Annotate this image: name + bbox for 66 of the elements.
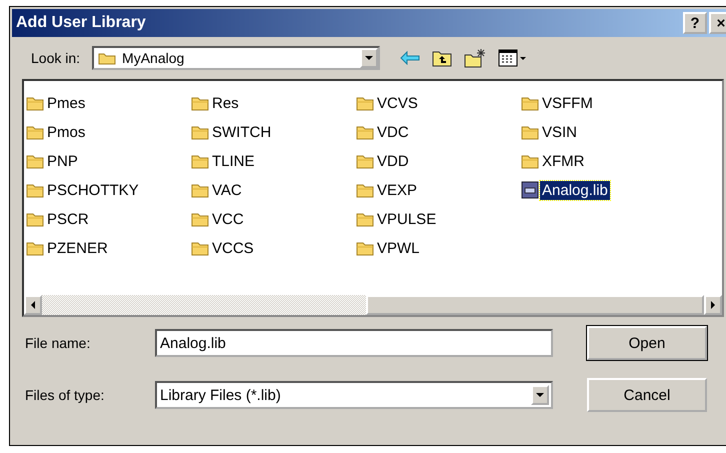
- file-item[interactable]: VPULSE: [375, 210, 438, 228]
- folder-icon: [191, 96, 209, 110]
- help-button[interactable]: ?: [683, 12, 707, 34]
- file-name-label: File name:: [25, 335, 92, 351]
- file-item[interactable]: VCCS: [210, 238, 256, 258]
- folder-icon: [26, 182, 44, 198]
- folder-icon: [191, 182, 209, 198]
- cancel-button[interactable]: Cancel: [587, 378, 707, 412]
- folder-icon: [191, 212, 209, 226]
- folder-icon: [191, 240, 209, 256]
- look-in-label: Look in:: [31, 50, 80, 66]
- folder-icon: [356, 240, 374, 256]
- file-item[interactable]: TLINE: [210, 152, 257, 170]
- file-item[interactable]: PSCR: [45, 210, 91, 228]
- file-type-label: Files of type:: [25, 387, 106, 403]
- folder-icon: [521, 154, 539, 168]
- folder-icon: [191, 124, 209, 140]
- folder-icon: [26, 124, 44, 140]
- folder-icon: [26, 96, 44, 110]
- folder-icon: [356, 154, 374, 168]
- file-item[interactable]: VAC: [210, 180, 244, 200]
- file-item[interactable]: VCC: [210, 210, 246, 228]
- file-item[interactable]: PNP: [45, 152, 80, 170]
- close-button[interactable]: ×: [709, 12, 726, 34]
- file-item[interactable]: VSIN: [540, 122, 580, 142]
- file-item[interactable]: VSFFM: [540, 94, 595, 112]
- folder-icon: [26, 240, 44, 256]
- file-item[interactable]: VEXP: [375, 180, 420, 200]
- left-arrow-icon: [31, 301, 35, 309]
- library-file-icon: [521, 181, 539, 199]
- up-folder-icon[interactable]: [432, 49, 452, 67]
- file-item[interactable]: VDC: [375, 122, 411, 142]
- file-item[interactable]: VPWL: [375, 238, 422, 258]
- folder-icon: [191, 154, 209, 168]
- file-item[interactable]: Res: [210, 94, 241, 112]
- folder-icon: [26, 212, 44, 226]
- folder-icon: [521, 96, 539, 110]
- folder-icon: [26, 154, 44, 168]
- file-item[interactable]: Pmes: [45, 94, 88, 112]
- horizontal-scrollbar[interactable]: [24, 295, 722, 315]
- file-item[interactable]: PZENER: [45, 238, 110, 258]
- back-arrow-icon[interactable]: [400, 51, 420, 65]
- scroll-right-button[interactable]: [704, 295, 722, 315]
- file-item[interactable]: Analog.lib: [540, 180, 610, 200]
- file-item[interactable]: VCVS: [375, 94, 420, 112]
- file-item[interactable]: SWITCH: [210, 122, 274, 142]
- file-item[interactable]: VDD: [375, 152, 411, 170]
- view-menu-icon[interactable]: [498, 49, 528, 67]
- file-name-field[interactable]: Analog.lib: [155, 329, 553, 357]
- right-arrow-icon: [711, 301, 715, 309]
- folder-icon: [356, 182, 374, 198]
- folder-icon: [98, 51, 116, 65]
- folder-icon: [356, 124, 374, 140]
- open-button[interactable]: Open: [587, 326, 707, 360]
- look-in-dropdown[interactable]: MyAnalog: [92, 46, 380, 70]
- folder-icon: [521, 124, 539, 140]
- scroll-thumb[interactable]: [366, 295, 704, 315]
- scroll-left-button[interactable]: [24, 295, 42, 315]
- file-type-dropdown[interactable]: Library Files (*.lib): [155, 381, 553, 409]
- folder-icon: [356, 212, 374, 226]
- file-item[interactable]: Pmos: [45, 122, 88, 142]
- file-item[interactable]: XFMR: [540, 152, 586, 170]
- window-title: Add User Library: [16, 14, 146, 32]
- folder-icon: [356, 96, 374, 110]
- new-folder-icon[interactable]: [464, 48, 486, 68]
- file-item[interactable]: PSCHOTTKY: [45, 180, 141, 200]
